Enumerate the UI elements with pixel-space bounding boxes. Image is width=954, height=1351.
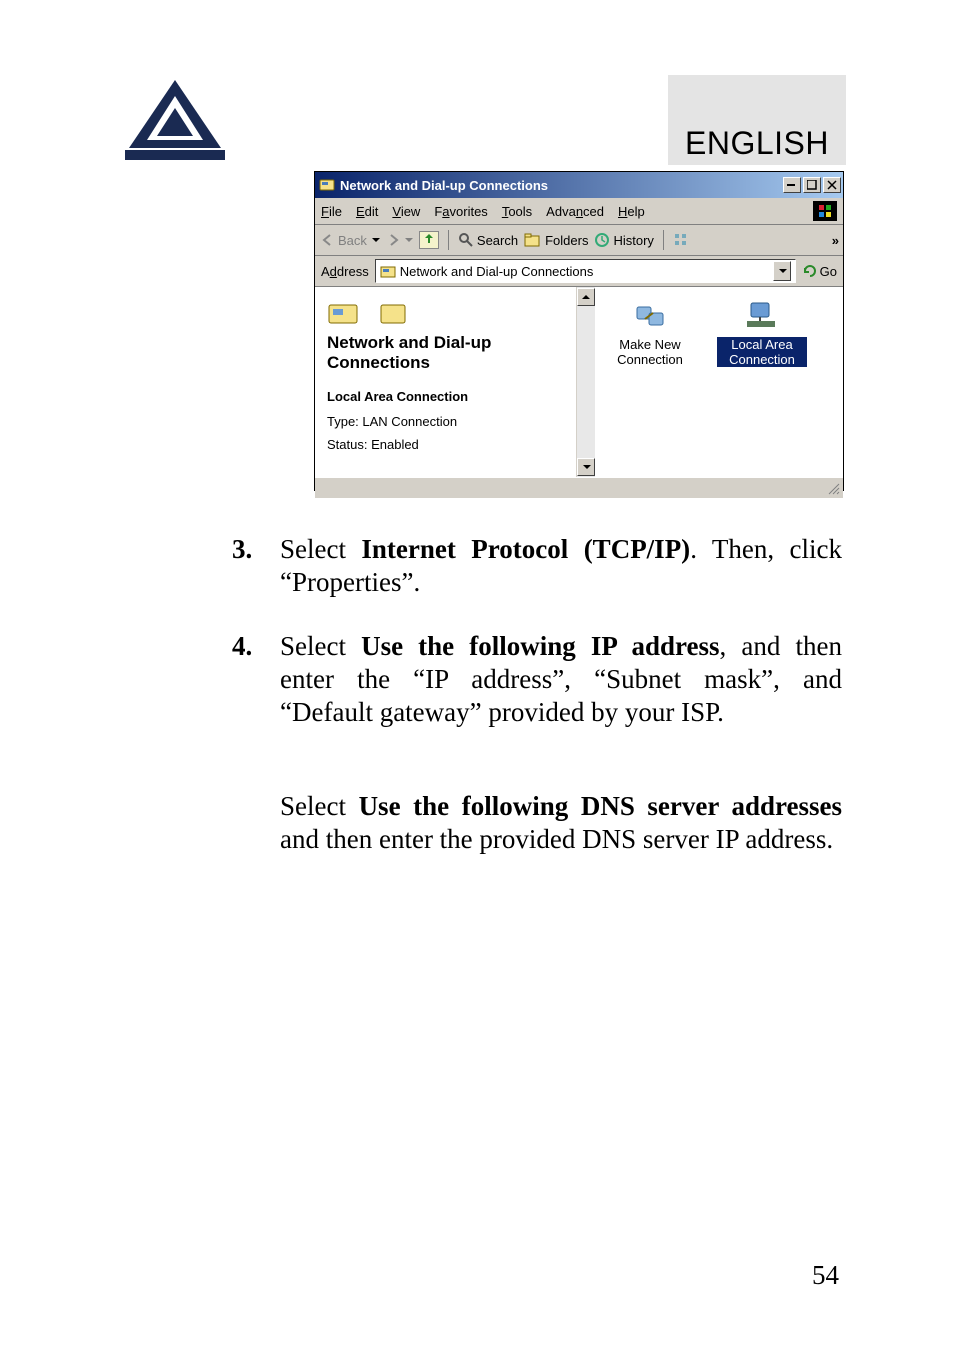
content-area: Network and Dial-up Connections Local Ar… (315, 287, 843, 477)
chevron-down-icon (583, 465, 591, 469)
menu-edit[interactable]: Edit (356, 204, 378, 219)
chevron-down-icon (405, 238, 413, 242)
window-title: Network and Dial-up Connections (340, 178, 548, 193)
toolbar: Back Search Folders (315, 225, 843, 256)
step5-bold: Use the following DNS server addresses (359, 791, 842, 821)
resize-grip-icon (827, 482, 841, 496)
folders-label: Folders (545, 233, 588, 248)
scroll-down-button[interactable] (577, 458, 595, 476)
brand-logo (125, 78, 225, 163)
pane-title: Network and Dial-up Connections (327, 333, 564, 373)
statusbar (315, 477, 843, 498)
addressbar: Address Network and Dial-up Connections … (315, 256, 843, 287)
back-button[interactable]: Back (321, 233, 380, 248)
network-connections-window: Network and Dial-up Connections File Edi… (314, 171, 844, 491)
left-pane: Network and Dial-up Connections Local Ar… (315, 287, 577, 477)
search-icon (458, 232, 474, 248)
window-controls (783, 177, 841, 193)
step4-bold: Use the following IP address (361, 631, 719, 661)
history-icon (594, 232, 610, 248)
chevron-down-icon (779, 269, 787, 273)
close-button[interactable] (823, 177, 841, 193)
window-icon (319, 177, 335, 193)
views-icon (673, 232, 689, 248)
connections-folder-icon (327, 297, 361, 327)
address-dropdown-button[interactable] (773, 261, 791, 281)
lan-connection-icon (745, 299, 779, 333)
item-label: Make New Connection (617, 337, 683, 367)
instruction-step-4: 4. Select Use the following IP address, … (232, 630, 842, 729)
chevron-up-icon (582, 295, 590, 299)
step3-text-a: Select (280, 534, 361, 564)
go-button[interactable]: Go (802, 263, 837, 279)
language-header: ENGLISH (668, 75, 846, 165)
scrollbar[interactable] (577, 287, 595, 477)
instruction-step-3: 3. Select Internet Protocol (TCP/IP). Th… (232, 533, 842, 599)
chevron-down-icon (372, 238, 380, 242)
folder-icon (380, 263, 396, 279)
separator (448, 230, 449, 250)
menubar: File Edit View Favorites Tools Advanced … (315, 198, 843, 225)
titlebar: Network and Dial-up Connections (315, 172, 843, 198)
minimize-button[interactable] (783, 177, 801, 193)
maximize-button[interactable] (803, 177, 821, 193)
menu-help[interactable]: Help (618, 204, 645, 219)
go-icon (802, 263, 818, 279)
separator (663, 230, 664, 250)
history-label: History (613, 233, 653, 248)
up-folder-button[interactable] (419, 231, 439, 249)
address-label: Address (321, 264, 369, 279)
step-number: 3. (232, 533, 252, 566)
make-new-connection-item[interactable]: Make New Connection (605, 299, 695, 367)
windows-flag-icon (813, 201, 837, 221)
menu-advanced[interactable]: Advanced (546, 204, 604, 219)
go-label: Go (820, 264, 837, 279)
pane-status: Status: Enabled (327, 437, 564, 452)
address-input[interactable]: Network and Dial-up Connections (375, 259, 796, 283)
menu-file[interactable]: File (321, 204, 342, 219)
menu-favorites[interactable]: Favorites (434, 204, 487, 219)
toolbar-overflow[interactable]: » (832, 233, 837, 248)
pane-subtitle: Local Area Connection (327, 389, 564, 404)
folder-icon (379, 297, 409, 327)
folders-button[interactable]: Folders (524, 232, 588, 248)
views-button[interactable] (673, 232, 689, 248)
connections-list: Make New Connection Local Area Connectio… (595, 287, 843, 477)
item-label: Local Area Connection (717, 337, 807, 367)
pane-type: Type: LAN Connection (327, 414, 564, 429)
step-number: 4. (232, 630, 252, 663)
language-text: ENGLISH (685, 125, 829, 162)
make-new-connection-icon (633, 299, 667, 333)
menu-view[interactable]: View (392, 204, 420, 219)
step3-bold: Internet Protocol (TCP/IP) (361, 534, 690, 564)
step5-text-a: Select (280, 791, 359, 821)
page-number: 54 (812, 1260, 839, 1291)
instruction-step-5: Select Use the following DNS server addr… (280, 790, 842, 856)
address-value: Network and Dial-up Connections (400, 264, 594, 279)
forward-button[interactable] (386, 233, 413, 247)
search-label: Search (477, 233, 518, 248)
local-area-connection-item[interactable]: Local Area Connection (717, 299, 807, 367)
menu-tools[interactable]: Tools (502, 204, 532, 219)
step4-text-a: Select (280, 631, 361, 661)
history-button[interactable]: History (594, 232, 653, 248)
back-label: Back (338, 233, 367, 248)
search-button[interactable]: Search (458, 232, 518, 248)
step5-text-b: and then enter the provided DNS server I… (280, 824, 833, 854)
folders-icon (524, 232, 542, 248)
scroll-up-button[interactable] (577, 288, 595, 306)
